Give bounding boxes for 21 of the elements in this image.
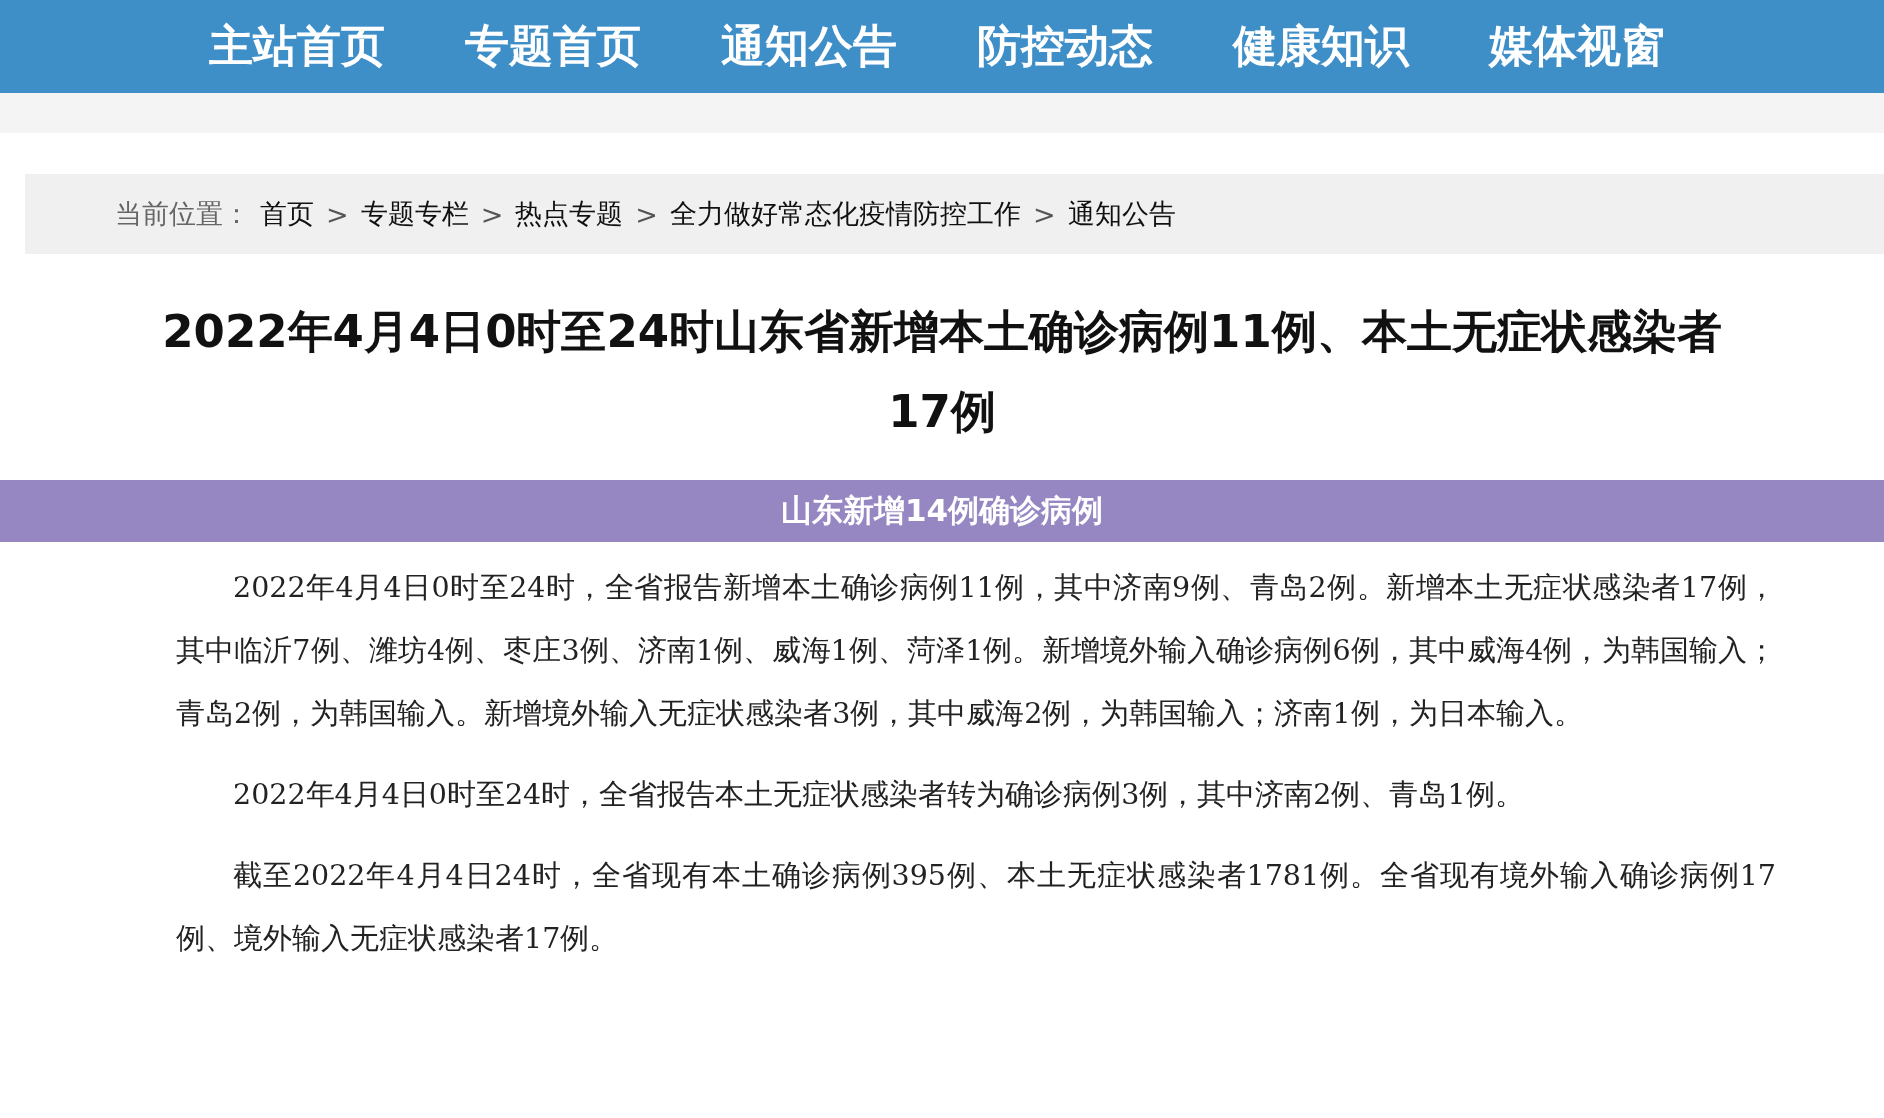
breadcrumb-label: 当前位置： [115,197,250,231]
nav-link[interactable]: 媒体视窗 [1489,17,1665,76]
article-paragraph: 截至2022年4月4日24时，全省现有本土确诊病例395例、本土无症状感染者1781例。全省现有境外输入确诊病例17例、境外输入无症状感染者17例。 [176,858,1776,957]
breadcrumb-link[interactable]: 首页 [260,196,314,232]
article-paragraph: 2022年4月4日0时至24时，全省报告本土无症状感染者转为确诊病例3例，其中济南2例、青岛1例。 [232,777,1525,813]
breadcrumb-separator: > [479,198,505,230]
nav-link[interactable]: 通知公告 [721,17,897,76]
breadcrumb-link[interactable]: 通知公告 [1067,196,1176,232]
breadcrumb-separator: > [325,198,350,230]
breadcrumb-link[interactable]: 全力做好常态化疫情防控工作 [669,196,1021,232]
breadcrumb-link[interactable]: 热点专题 [515,196,624,232]
article-paragraph: 2022年4月4日0时至24时，全省报告新增本土确诊病例11例，其中济南9例、青岛2例。新增本土无症状感染者17例，其中临沂7例、潍坊4例、枣庄3例、济南1例、威海1例、菏泽1例。新增境外输入确诊病例6例，其中威海4例，为韩国输入；青岛2例，为韩国输入。新增境外输入无症状感染者3例，其中威海2例，为韩国输入；济南1例，为日本输入。 [176,570,1776,732]
article-title: 2022年4月4日0时至24时山东省新增本土确诊病例11例、本土无症状感染者17例 [161,304,1723,440]
breadcrumb-link[interactable]: 专题专栏 [360,196,469,232]
nav-link[interactable]: 专题首页 [465,17,641,76]
breadcrumb-separator: > [634,198,659,230]
nav-link[interactable]: 主站首页 [209,17,385,76]
nav-link[interactable]: 健康知识 [1233,17,1409,76]
caption-banner: 山东新增14例确诊病例 [0,480,1884,542]
breadcrumb-separator: > [1031,198,1057,230]
nav-link[interactable]: 防控动态 [977,17,1153,76]
